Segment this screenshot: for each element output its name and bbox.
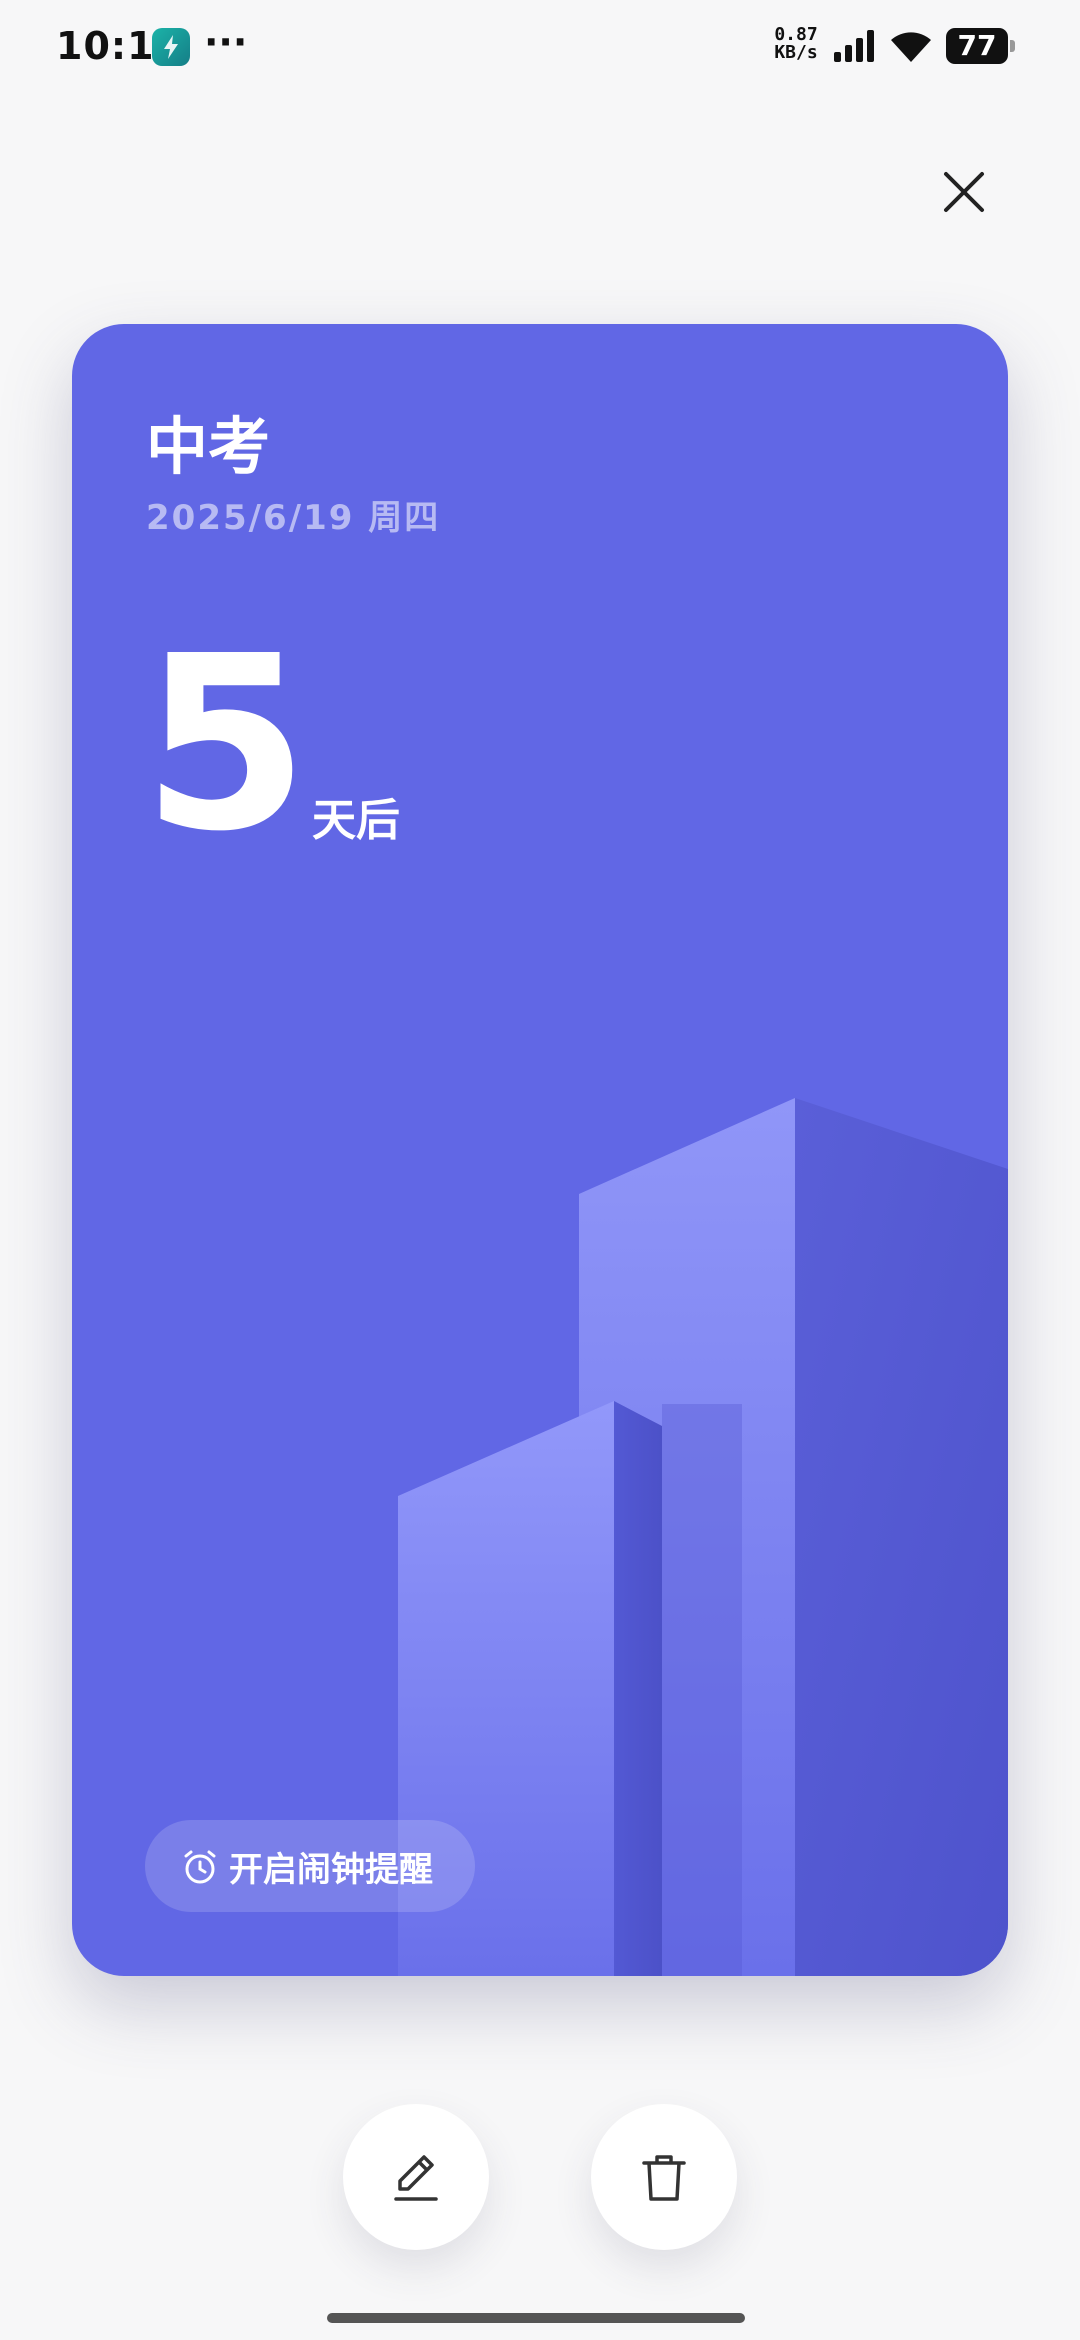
enable-alarm-button[interactable]: 开启闹钟提醒 [145, 1820, 475, 1912]
enable-alarm-label: 开启闹钟提醒 [229, 1850, 433, 1890]
trash-icon [642, 2155, 686, 2201]
days-remaining-suffix: 天后 [312, 795, 400, 846]
close-icon [944, 172, 984, 212]
more-notifications-icon: ··· [204, 20, 248, 64]
delete-button[interactable] [591, 2104, 737, 2250]
status-bar: 10:11 ··· 0.87 KB/s 77 [0, 0, 1080, 100]
battery-level: 77 [946, 28, 1008, 64]
alarm-clock-icon [184, 1850, 216, 1884]
network-speed: 0.87 KB/s [768, 26, 824, 62]
signal-icon [834, 30, 874, 62]
close-button[interactable] [930, 158, 998, 226]
home-indicator[interactable] [327, 2313, 745, 2323]
network-speed-unit: KB/s [774, 42, 818, 63]
event-title: 中考 [146, 410, 271, 483]
pencil-icon [394, 2155, 438, 2201]
countdown-card: 中考 2025/6/19 周四 5 天后 开启闹钟提醒 [72, 324, 1008, 1976]
edit-button[interactable] [343, 2104, 489, 2250]
days-remaining-number: 5 [142, 604, 309, 884]
event-date: 2025/6/19 周四 [146, 498, 441, 538]
app-notification-icon [152, 28, 190, 66]
battery-cap [1010, 40, 1015, 52]
wifi-icon [891, 32, 931, 62]
buildings-illustration [398, 1098, 1008, 1976]
